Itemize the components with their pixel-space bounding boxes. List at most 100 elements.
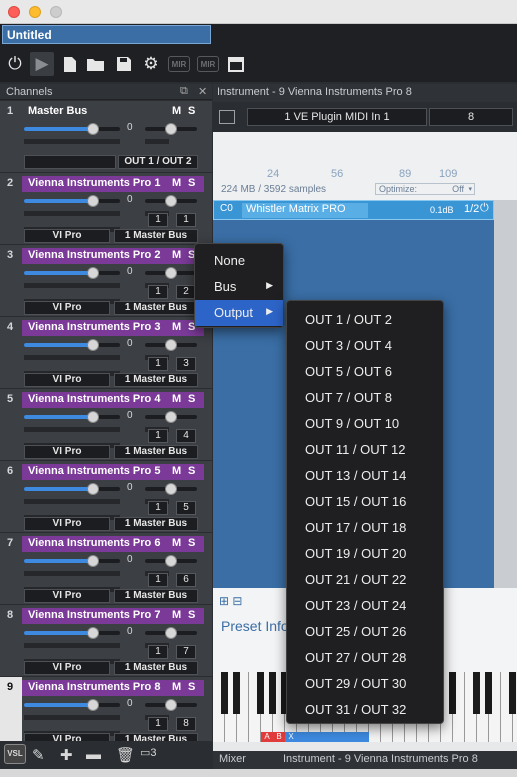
pan-slider[interactable] xyxy=(145,195,197,207)
midi-input-box[interactable]: 1 xyxy=(148,501,168,515)
black-key[interactable] xyxy=(233,672,240,714)
channel-input-select[interactable]: VI Pro xyxy=(24,733,110,741)
black-key[interactable] xyxy=(269,672,276,714)
volume-fader[interactable] xyxy=(24,339,120,351)
black-key[interactable] xyxy=(221,672,228,714)
midi-input-box[interactable]: 1 xyxy=(148,573,168,587)
volume-fader[interactable] xyxy=(24,555,120,567)
pan-knob[interactable] xyxy=(165,195,177,207)
mute-button[interactable]: M xyxy=(172,465,181,477)
mir-button-2[interactable]: MIR xyxy=(197,56,219,72)
pan-slider[interactable] xyxy=(145,267,197,279)
channel-strip[interactable]: 5 Vienna Instruments Pro 4 M S 0 1 4 VI Pro 1 Ma… xyxy=(0,389,212,461)
channel-name[interactable]: Vienna Instruments Pro 6 MS xyxy=(22,536,204,552)
channel-strip[interactable]: 2 Vienna Instruments Pro 1 M S 0 1 1 VI Pro 1 Ma… xyxy=(0,173,212,245)
slot-power-icon[interactable]: ⏻ xyxy=(480,202,489,215)
output-menu-item[interactable]: OUT 5 / OUT 6 xyxy=(287,359,443,385)
new-file-icon[interactable] xyxy=(58,52,82,76)
master-input-field[interactable] xyxy=(24,155,116,169)
volume-knob[interactable] xyxy=(87,123,99,135)
undock-icon[interactable]: ⧉ xyxy=(180,85,188,98)
preset-toolbar-icon[interactable]: ⊞ ⊟ xyxy=(219,594,242,608)
volume-fader[interactable] xyxy=(24,483,120,495)
midi-input-box[interactable]: 1 xyxy=(148,285,168,299)
volume-knob[interactable] xyxy=(87,411,99,423)
midi-channel-box[interactable]: 2 xyxy=(176,285,196,299)
mute-button[interactable]: M xyxy=(172,393,181,405)
channel-count-icon[interactable]: ▭3 xyxy=(140,746,157,759)
volume-fader[interactable] xyxy=(24,699,120,711)
volume-fader[interactable] xyxy=(24,123,120,135)
channel-strip[interactable]: 3 Vienna Instruments Pro 2 M S 0 1 2 VI Pro 1 Ma… xyxy=(0,245,212,317)
black-key[interactable] xyxy=(257,672,264,714)
pan-slider[interactable] xyxy=(145,627,197,639)
output-menu-item[interactable]: OUT 21 / OUT 22 xyxy=(287,567,443,593)
solo-button[interactable]: S xyxy=(188,537,195,549)
volume-knob[interactable] xyxy=(87,699,99,711)
play-icon[interactable]: ▶ xyxy=(30,52,54,76)
channel-input-select[interactable]: VI Pro xyxy=(24,589,110,603)
channel-strip[interactable]: 1 Master Bus M S 0 OUT 1 / OUT 2 xyxy=(0,101,212,173)
save-icon[interactable] xyxy=(112,52,136,76)
project-name-field[interactable]: Untitled xyxy=(2,25,211,44)
delete-channel-icon[interactable]: 🗑 xyxy=(116,746,135,764)
channel-output-select[interactable]: 1 Master Bus xyxy=(114,517,198,531)
add-channel-icon[interactable]: ✚ xyxy=(60,746,73,764)
output-menu-item[interactable]: OUT 29 / OUT 30 xyxy=(287,671,443,697)
volume-fader[interactable] xyxy=(24,195,120,207)
optimize-dropdown[interactable]: Optimize: Off ▾ xyxy=(375,183,475,195)
settings-gear-icon[interactable]: ⚙ xyxy=(139,52,163,76)
pan-knob[interactable] xyxy=(165,411,177,423)
channel-name[interactable]: Master Bus M S xyxy=(22,104,204,120)
mute-button[interactable]: M xyxy=(172,537,181,549)
volume-knob[interactable] xyxy=(87,339,99,351)
pan-knob[interactable] xyxy=(165,267,177,279)
volume-knob[interactable] xyxy=(87,483,99,495)
channel-strip[interactable]: 4 Vienna Instruments Pro 3 M S 0 1 3 VI Pro 1 Ma… xyxy=(0,317,212,389)
channel-strip[interactable]: 6 Vienna Instruments Pro 5 M S 0 1 5 VI Pro 1 Ma… xyxy=(0,461,212,533)
output-menu-item[interactable]: OUT 1 / OUT 2 xyxy=(287,307,443,333)
close-panel-icon[interactable]: ✕ xyxy=(198,85,207,98)
window-size-icon[interactable] xyxy=(219,110,235,124)
solo-button[interactable]: S xyxy=(188,177,195,189)
pan-knob[interactable] xyxy=(165,627,177,639)
channel-strip[interactable]: 9 Vienna Instruments Pro 8 M S 0 1 8 VI Pro 1 Ma… xyxy=(0,677,212,741)
mute-button[interactable]: M xyxy=(172,249,181,261)
channel-output-select[interactable]: 1 Master Bus xyxy=(114,373,198,387)
output-menu-item[interactable]: OUT 15 / OUT 16 xyxy=(287,489,443,515)
channel-name[interactable]: Vienna Instruments Pro 2MS xyxy=(22,248,204,264)
power-icon[interactable]: ⏻ xyxy=(3,52,27,76)
open-channel-folder-icon[interactable]: ▬ xyxy=(86,746,101,763)
volume-fader[interactable] xyxy=(24,627,120,639)
channel-name[interactable]: Vienna Instruments Pro 8 MS xyxy=(22,680,204,696)
edit-pen-icon[interactable]: ✎ xyxy=(32,746,45,764)
channel-output-select[interactable]: 1 Master Bus xyxy=(114,589,198,603)
channel-name[interactable]: Vienna Instruments Pro 4 MS xyxy=(22,392,204,408)
master-output-select[interactable]: OUT 1 / OUT 2 xyxy=(118,155,198,169)
output-menu-item[interactable]: OUT 9 / OUT 10 xyxy=(287,411,443,437)
channel-strip[interactable]: 7 Vienna Instruments Pro 6 M S 0 1 6 VI Pro 1 Ma… xyxy=(0,533,212,605)
matrix-slot-row[interactable]: C0 Whistler Matrix PRO 0.1dB 1/2 ⏻ xyxy=(213,200,494,220)
volume-fader[interactable] xyxy=(24,411,120,423)
volume-knob[interactable] xyxy=(87,627,99,639)
output-menu-item[interactable]: OUT 31 / OUT 32 xyxy=(287,697,443,723)
output-menu-item[interactable]: OUT 11 / OUT 12 xyxy=(287,437,443,463)
vsl-logo[interactable]: VSL xyxy=(4,744,26,764)
black-key[interactable] xyxy=(473,672,480,714)
pan-slider[interactable] xyxy=(145,555,197,567)
midi-channel-box[interactable]: 4 xyxy=(176,429,196,443)
pan-slider[interactable] xyxy=(145,411,197,423)
black-key[interactable] xyxy=(485,672,492,714)
zoom-window-button[interactable] xyxy=(50,6,62,18)
channel-name[interactable]: Vienna Instruments Pro 3MS xyxy=(22,320,204,336)
output-menu-item[interactable]: OUT 3 / OUT 4 xyxy=(287,333,443,359)
channel-input-select[interactable]: VI Pro xyxy=(24,301,110,315)
midi-channel-box[interactable]: 1 xyxy=(176,213,196,227)
midi-channel-select[interactable]: 8 xyxy=(429,108,513,126)
solo-button[interactable]: S xyxy=(188,609,195,621)
pan-slider[interactable] xyxy=(145,483,197,495)
pan-knob[interactable] xyxy=(165,699,177,711)
mute-button[interactable]: M xyxy=(172,177,181,189)
pan-knob[interactable] xyxy=(165,483,177,495)
channel-input-select[interactable]: VI Pro xyxy=(24,373,110,387)
